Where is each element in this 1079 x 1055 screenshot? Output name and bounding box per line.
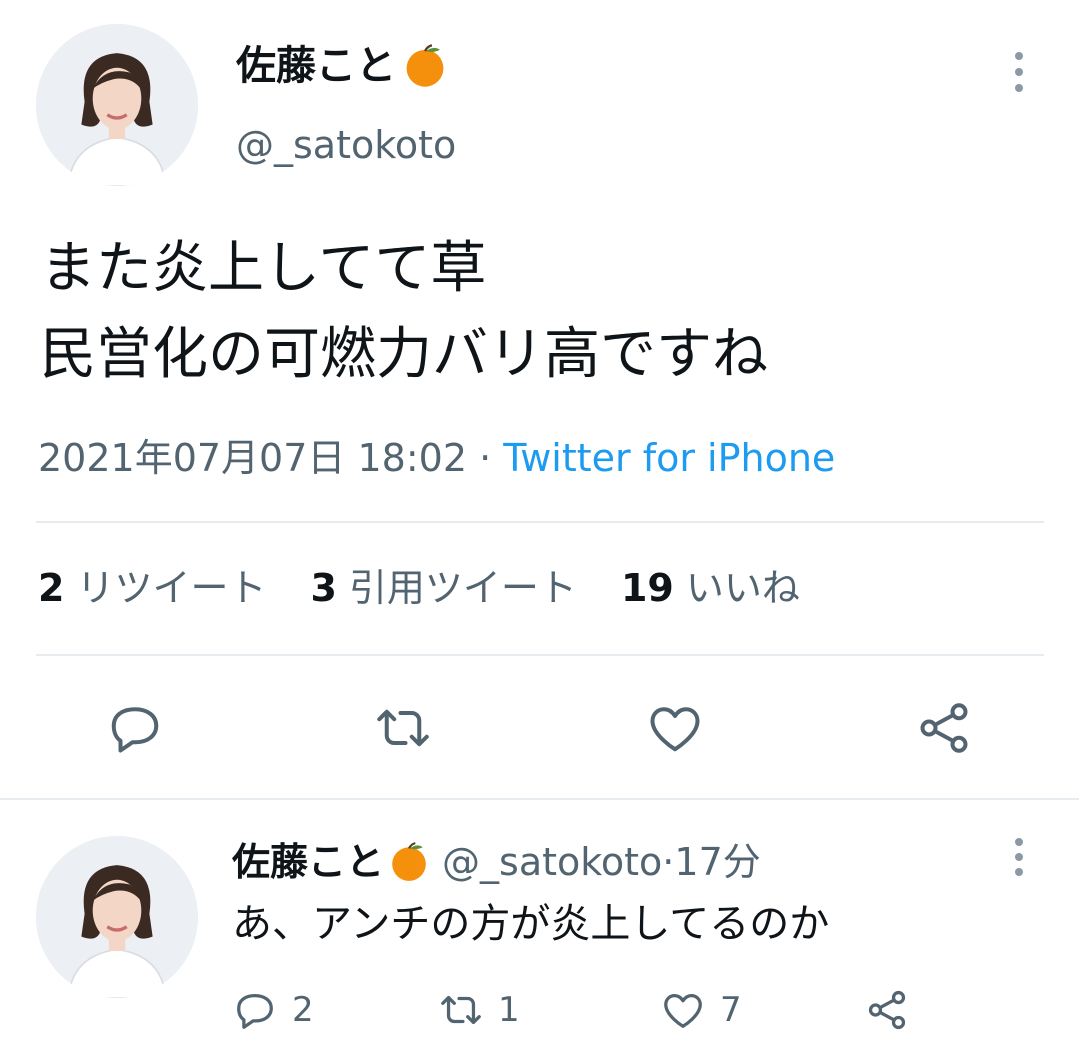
display-name[interactable]: 佐藤こと (236, 40, 448, 92)
reply-icon (237, 993, 273, 1029)
reply-actions: 2 1 7 (232, 984, 1079, 1036)
avatar[interactable] (36, 24, 198, 186)
meta-separator: · (467, 436, 504, 480)
reply-reply-count: 2 (292, 990, 314, 1030)
quotes-stat[interactable]: 3 引用ツイート (310, 562, 576, 614)
reply-header: 佐藤こと @_satokoto · 17分 (232, 836, 761, 888)
tweet-text-line-2: 民営化の可燃力バリ高ですね (40, 322, 768, 387)
reply-text: あ、アンチの方が炎上してるのか (232, 901, 830, 947)
retweets-label: リツイート (76, 566, 267, 610)
reply-display-name[interactable]: 佐藤こと (232, 836, 384, 888)
likes-label: いいね (685, 566, 800, 610)
quotes-count: 3 (310, 566, 337, 610)
likes-stat[interactable]: 19 いいね (621, 562, 800, 614)
reply-avatar[interactable] (36, 836, 198, 998)
reply-like-button[interactable]: 7 (660, 984, 742, 1036)
retweet-icon (441, 995, 481, 1025)
profile-photo (36, 836, 198, 998)
divider (0, 798, 1079, 800)
tweet-text-line-1: また炎上してて草 (40, 236, 487, 301)
reply-time-separator: · (662, 840, 675, 884)
orange-emoji-icon (388, 841, 430, 883)
retweet-button[interactable] (371, 696, 435, 760)
profile-photo (36, 24, 198, 186)
reply-share-button[interactable] (864, 984, 910, 1036)
tweet-meta: 2021年07月07日 18:02 · Twitter for iPhone (38, 432, 835, 484)
retweets-count: 2 (38, 566, 65, 610)
retweets-stat[interactable]: 2 リツイート (38, 562, 266, 614)
retweet-icon (377, 709, 429, 747)
divider (36, 654, 1044, 656)
tweet-stats: 2 リツイート 3 引用ツイート 19 いいね (38, 562, 800, 614)
reply-retweet-count: 1 (498, 990, 520, 1030)
share-icon (920, 703, 968, 753)
reply-button[interactable] (103, 696, 167, 760)
tweet-text: また炎上してて草 民営化の可燃力バリ高ですね (40, 226, 768, 398)
reply-retweet-button[interactable]: 1 (438, 984, 520, 1036)
reply-icon (111, 707, 159, 753)
reply-like-count: 7 (720, 990, 742, 1030)
display-name-text[interactable]: 佐藤こと (236, 40, 396, 92)
quotes-label: 引用ツイート (348, 566, 577, 610)
reply-more-options-icon[interactable] (1009, 834, 1029, 880)
orange-emoji-icon (402, 43, 448, 89)
like-icon (650, 707, 700, 752)
like-icon (664, 993, 702, 1028)
share-button[interactable] (912, 696, 976, 760)
tweet-source-link[interactable]: Twitter for iPhone (503, 436, 835, 480)
likes-count: 19 (620, 566, 674, 610)
user-handle[interactable]: @_satokoto (236, 120, 456, 170)
reply-reply-button[interactable]: 2 (232, 984, 314, 1036)
like-button[interactable] (643, 696, 707, 760)
share-icon (868, 990, 906, 1030)
reply-time[interactable]: 17分 (674, 836, 760, 888)
more-options-icon[interactable] (1009, 48, 1029, 96)
tweet-timestamp[interactable]: 2021年07月07日 18:02 (38, 436, 467, 480)
reply-handle[interactable]: @_satokoto (442, 836, 662, 888)
divider (36, 521, 1044, 523)
